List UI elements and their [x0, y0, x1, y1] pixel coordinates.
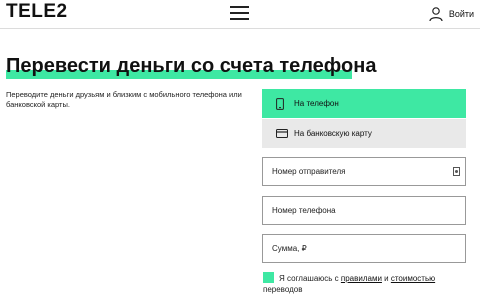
- sender-number-input[interactable]: Номер отправителя: [262, 157, 466, 186]
- phone-icon: [276, 97, 284, 110]
- amount-input[interactable]: Сумма, ₽: [262, 234, 466, 263]
- menu-bar: [230, 6, 249, 8]
- page-description: Переводите деньги друзьям и близким с мо…: [6, 90, 242, 109]
- sender-number-placeholder: Номер отправителя: [272, 167, 346, 176]
- tab-to-phone[interactable]: На телефон: [262, 89, 466, 118]
- menu-bar: [230, 18, 249, 20]
- agree-middle: и: [381, 274, 391, 283]
- bank-card-icon: [276, 129, 288, 138]
- contacts-icon[interactable]: [453, 167, 460, 176]
- cost-link[interactable]: стоимостью: [391, 274, 435, 283]
- rules-link[interactable]: правилами: [341, 274, 382, 283]
- phone-number-input[interactable]: Номер телефона: [262, 196, 466, 225]
- site-header: TELE2 Войти: [0, 0, 480, 29]
- tele2-logo[interactable]: TELE2: [6, 1, 68, 23]
- agree-suffix: переводов: [263, 285, 303, 294]
- menu-bar: [230, 12, 249, 14]
- login-label: Войти: [448, 9, 474, 19]
- agree-text: Я соглашаюсь с правилами и стоимостью пе…: [263, 273, 469, 295]
- tab-to-phone-label: На телефон: [294, 99, 339, 108]
- user-icon: [429, 7, 443, 22]
- hamburger-menu-icon[interactable]: [230, 6, 249, 20]
- amount-placeholder: Сумма, ₽: [272, 244, 307, 253]
- phone-number-placeholder: Номер телефона: [272, 206, 336, 215]
- agree-checkbox[interactable]: [263, 272, 274, 283]
- login-button[interactable]: Войти: [428, 5, 474, 23]
- agree-prefix: Я соглашаюсь с: [279, 274, 341, 283]
- page-title: Перевести деньги со счета телефона: [6, 55, 377, 77]
- tab-to-bank-card-label: На банковскую карту: [294, 129, 372, 138]
- tab-to-bank-card[interactable]: На банковскую карту: [262, 119, 466, 148]
